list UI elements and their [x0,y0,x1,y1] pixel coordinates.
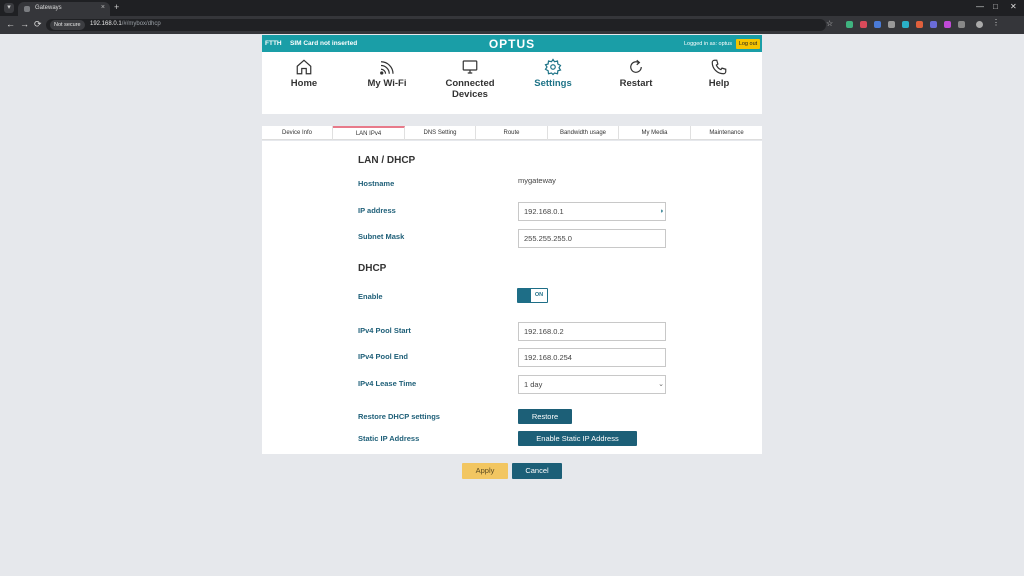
extension-icon[interactable] [916,21,923,28]
extension-icon[interactable] [944,21,951,28]
not-secure-badge[interactable]: Not secure [50,20,85,30]
lan-settings-panel: LAN / DHCP Hostname mygateway IP address… [262,141,762,454]
reload-icon[interactable]: ⟳ [34,19,42,30]
ip-address-field[interactable]: 192.168.0.1 ◗ [518,202,666,221]
monitor-icon [462,60,478,74]
lan-dhcp-heading: LAN / DHCP [358,155,416,166]
nav-connected-devices[interactable]: Connected Devices [430,58,510,100]
logout-button[interactable]: Log out [736,39,760,49]
tab-maintenance[interactable]: Maintenance [691,126,762,140]
tab-lan-ipv4[interactable]: LAN IPv4 [333,126,405,140]
dhcp-heading: DHCP [358,263,387,274]
top-status-bar: FTTH SIM Card not inserted OPTUS Logged … [262,35,762,52]
nav-label: Help [708,78,730,89]
dhcp-enable-toggle[interactable]: ON [517,288,548,303]
maximize-icon[interactable]: □ [993,2,998,11]
tab-bandwidth-usage[interactable]: Bandwidth usage [548,126,619,140]
url-host: 192.168.0.1 [90,21,122,27]
extension-icon[interactable] [930,21,937,28]
subnet-mask-label: Subnet Mask [358,232,405,241]
favicon-icon [24,6,30,12]
pool-start-value: 192.168.0.2 [524,327,564,336]
main-nav: Home My Wi-Fi Connected Devices Settings… [262,52,762,114]
nav-label: Settings [534,78,572,89]
window-close-icon[interactable]: ✕ [1010,2,1017,11]
address-bar[interactable]: Not secure 192.168.0.1/#/mybox/dhcp [46,19,826,31]
pool-end-label: IPv4 Pool End [358,352,409,361]
tab-close-icon[interactable]: × [101,4,105,11]
apply-button[interactable]: Apply [462,463,508,479]
back-icon[interactable]: ← [6,19,15,29]
tab-device-info[interactable]: Device Info [262,126,333,140]
tab-route[interactable]: Route [476,126,548,140]
nav-label: Connected [445,78,495,89]
profile-avatar[interactable] [976,21,983,28]
pool-end-value: 192.168.0.254 [524,353,572,362]
nav-home[interactable]: Home [264,58,344,89]
extensions-puzzle-icon[interactable] [958,21,965,28]
new-tab-button[interactable]: + [114,2,119,12]
toggle-state: ON [531,289,547,302]
lease-time-select[interactable]: 1 day ⌄ [518,375,666,394]
restart-icon [630,59,642,73]
nav-my-wifi[interactable]: My Wi-Fi [347,58,427,89]
extension-icon[interactable] [846,21,853,28]
subnet-mask-value: 255.255.255.0 [524,234,572,243]
dhcp-enable-label: Enable [358,292,383,301]
hostname-value: mygateway [518,176,556,185]
phone-icon [711,59,727,75]
url-path: /#/mybox/dhcp [121,21,161,27]
settings-subnav: Device Info LAN IPv4 DNS Setting Route B… [262,126,762,140]
field-edit-icon[interactable]: ◗ [660,203,664,220]
chevron-down-icon: ⌄ [658,381,664,388]
browser-tab[interactable]: Gateways × [18,2,110,16]
wifi-icon [380,61,394,75]
restore-dhcp-label: Restore DHCP settings [358,412,440,421]
lease-time-label: IPv4 Lease Time [358,379,417,388]
bookmark-star-icon[interactable]: ☆ [826,19,833,28]
pool-end-field[interactable]: 192.168.0.254 [518,348,666,367]
extension-icon[interactable] [902,21,909,28]
enable-static-ip-button[interactable]: Enable Static IP Address [518,431,637,446]
ip-address-label: IP address [358,206,396,215]
tab-dns-setting[interactable]: DNS Setting [405,126,476,140]
pool-start-label: IPv4 Pool Start [358,326,411,335]
gear-icon [544,58,562,76]
browser-toolbar: ← → ⟳ Not secure 192.168.0.1/#/mybox/dhc… [0,16,1024,34]
extension-icon[interactable] [860,21,867,28]
ip-address-value: 192.168.0.1 [524,207,564,216]
home-icon [296,59,312,75]
nav-settings[interactable]: Settings [513,58,593,89]
nav-label: Home [290,78,318,89]
cancel-button[interactable]: Cancel [512,463,562,479]
nav-help[interactable]: Help [679,58,759,89]
router-page: FTTH SIM Card not inserted OPTUS Logged … [262,35,762,114]
nav-label-line2: Devices [452,89,488,100]
lease-time-value: 1 day [524,380,543,389]
pool-start-field[interactable]: 192.168.0.2 [518,322,666,341]
nav-label: Restart [619,78,653,89]
nav-restart[interactable]: Restart [596,58,676,89]
browser-tab-bar: ▾ Gateways × + — □ ✕ [0,0,1024,16]
forward-icon[interactable]: → [20,19,29,29]
logged-in-text: Logged in as: optus [683,41,732,47]
minimize-icon[interactable]: — [976,2,984,11]
url-text: 192.168.0.1/#/mybox/dhcp [90,21,161,27]
browser-menu-icon[interactable]: ⋮ [992,18,1000,27]
extension-icon[interactable] [874,21,881,28]
tab-list-icon[interactable]: ▾ [4,3,14,13]
static-ip-label: Static IP Address [358,434,420,443]
restore-button[interactable]: Restore [518,409,572,424]
tab-title: Gateways [35,5,62,11]
nav-label: My Wi-Fi [367,78,407,89]
tab-my-media[interactable]: My Media [619,126,691,140]
subnet-mask-field[interactable]: 255.255.255.0 [518,229,666,248]
extension-icon[interactable] [888,21,895,28]
hostname-label: Hostname [358,179,395,188]
